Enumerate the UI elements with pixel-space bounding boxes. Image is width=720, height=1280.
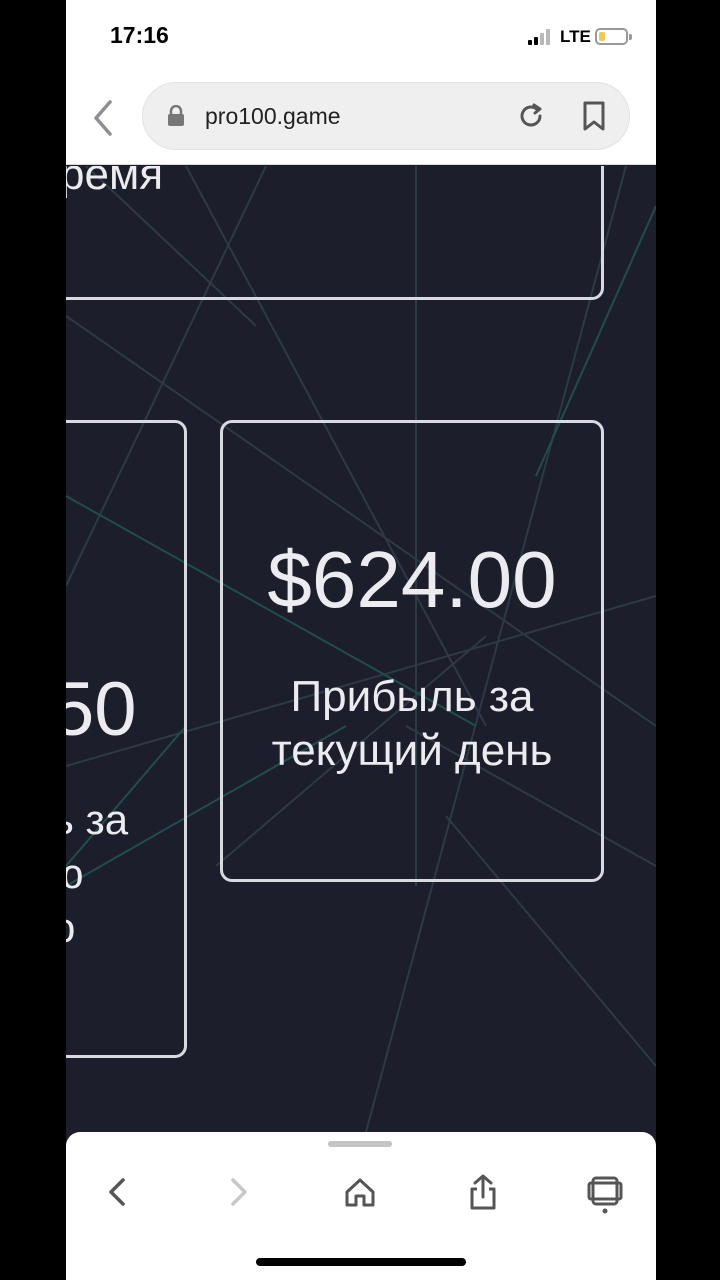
stat-card-left-label-line: о [66,904,75,952]
daily-profit-value: $624.00 [267,535,557,624]
lock-icon [167,104,185,127]
stat-card-left-value: 50 [66,667,137,752]
network-label: LTE [560,27,591,46]
share-icon[interactable] [461,1170,505,1214]
bookmark-icon[interactable] [579,100,609,132]
url-field[interactable]: pro100.game [142,82,630,150]
tabs-icon[interactable] [583,1170,627,1214]
home-icon[interactable] [338,1170,382,1214]
stat-card-top-label: ремя [66,166,164,199]
battery-icon [595,28,632,45]
browser-address-bar: pro100.game [66,74,656,165]
stat-card-left-label-line: ю [66,850,84,897]
chevron-left-icon[interactable] [88,96,118,140]
daily-profit-label: Прибыль за текущий день [271,672,553,775]
phone-screen: 17:16 LTE pro100.game ремя 50 за ю $624.… [66,0,656,1280]
chevron-left-icon[interactable] [96,1170,140,1214]
status-bar: 17:16 LTE [66,0,656,74]
signal-icon [528,29,554,45]
toolbar-grabber[interactable] [328,1141,392,1147]
chevron-right-icon[interactable] [216,1170,260,1214]
stat-card-daily-profit [220,420,604,882]
home-indicator[interactable] [256,1258,466,1266]
status-time: 17:16 [110,22,169,48]
browser-toolbar [66,1132,656,1280]
reload-icon[interactable] [515,100,547,132]
url-text: pro100.game [205,103,341,129]
page-content[interactable]: ремя 50 ь за ю о $624.00 Прибыль за теку… [66,166,656,1132]
stat-card-left-label-line: ь за [66,796,129,843]
